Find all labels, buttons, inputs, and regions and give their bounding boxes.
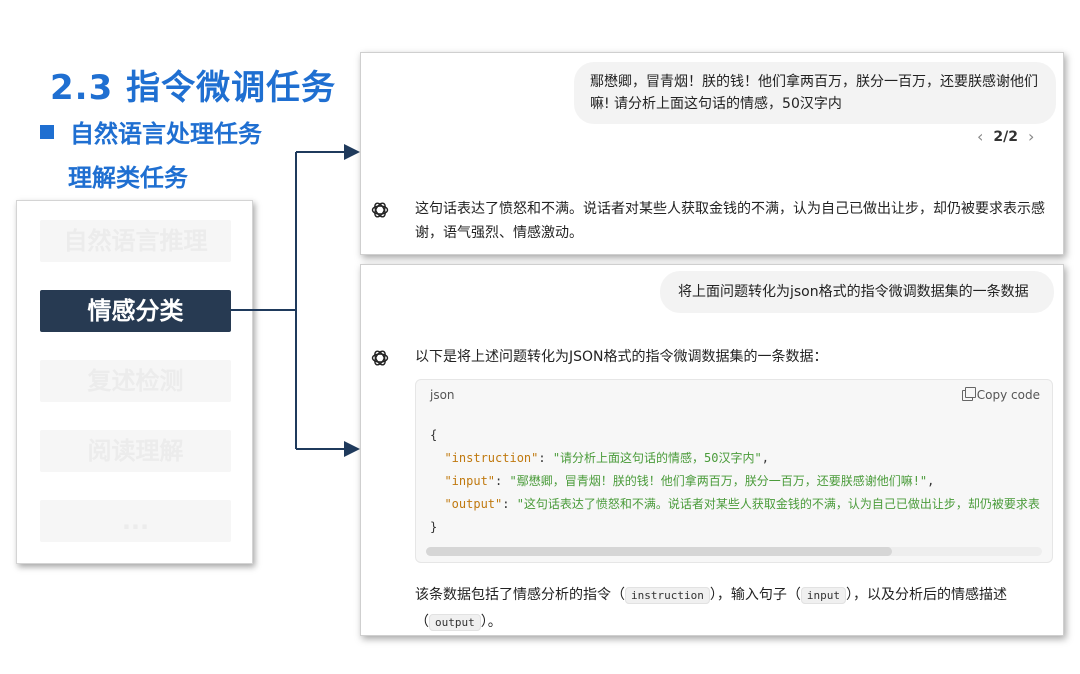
inline-code-input: input <box>800 587 846 604</box>
copy-icon <box>961 386 976 401</box>
inline-code-instruction: instruction <box>625 587 710 604</box>
scrollbar-thumb[interactable] <box>426 547 892 556</box>
json-value: "请分析上面这句话的情感，50汉字内" <box>552 451 762 465</box>
assistant-summary: 该条数据包括了情感分析的指令（ instruction ），输入句子（ input），… <box>415 582 1055 635</box>
horizontal-scrollbar[interactable] <box>426 547 1042 556</box>
json-comma: , <box>761 451 769 465</box>
summary-text: ）。 <box>480 614 502 630</box>
copy-code-label: Copy code <box>976 388 1040 402</box>
json-key: "output" <box>444 497 503 511</box>
response-pager: ‹ 2/2 › <box>977 127 1034 146</box>
summary-text: 该条数据包括了情感分析的指令（ <box>415 587 625 603</box>
json-sep: : <box>495 474 510 488</box>
json-value: "鄢懋卿，冒青烟！朕的钱！他们拿两百万，朕分一百万，还要朕感谢他们嘛!" <box>509 474 928 488</box>
chat-screenshot-1: 鄢懋卿，冒青烟！朕的钱！他们拿两百万，朕分一百万，还要朕感谢他们嘛! 请分析上面… <box>360 52 1064 255</box>
json-key: "instruction" <box>444 451 539 465</box>
user-message-bubble: 鄢懋卿，冒青烟！朕的钱！他们拿两百万，朕分一百万，还要朕感谢他们嘛! 请分析上面… <box>574 62 1056 124</box>
code-language-label: json <box>430 388 455 402</box>
copy-code-button[interactable]: Copy code <box>961 386 1040 402</box>
code-open-brace: { <box>430 428 438 442</box>
user-message-bubble: 将上面问题转化为json格式的指令微调数据集的一条数据 <box>660 271 1054 313</box>
summary-text: ），输入句子（ <box>709 587 801 603</box>
assistant-message: 这句话表达了愤怒和不满。说话者对某些人获取金钱的不满，认为自己已做出让步，却仍被… <box>415 201 1045 241</box>
assistant-intro: 以下是将上述问题转化为JSON格式的指令微调数据集的一条数据： <box>415 349 828 365</box>
json-value: "这句话表达了愤怒和不满。说话者对某些人获取金钱的不满，认为自己已做出让步，却仍… <box>516 497 1040 511</box>
code-close-brace: } <box>430 520 438 534</box>
chevron-left-icon[interactable]: ‹ <box>977 127 983 146</box>
openai-logo-icon <box>371 350 389 366</box>
json-comma: , <box>927 474 935 488</box>
chat-screenshot-2: 将上面问题转化为json格式的指令微调数据集的一条数据 以下是将上述问题转化为J… <box>360 264 1064 636</box>
json-key: "input" <box>444 474 496 488</box>
json-sep: : <box>502 497 517 511</box>
pager-count: 2/2 <box>993 128 1019 145</box>
inline-code-output: output <box>429 614 481 631</box>
openai-logo-icon <box>371 202 389 218</box>
code-block: json Copy code { "instruction": "请分析上面这句… <box>415 379 1053 563</box>
json-sep: : <box>538 451 553 465</box>
code-content: { "instruction": "请分析上面这句话的情感，50汉字内", "i… <box>430 424 1040 539</box>
chevron-right-icon[interactable]: › <box>1028 127 1034 146</box>
